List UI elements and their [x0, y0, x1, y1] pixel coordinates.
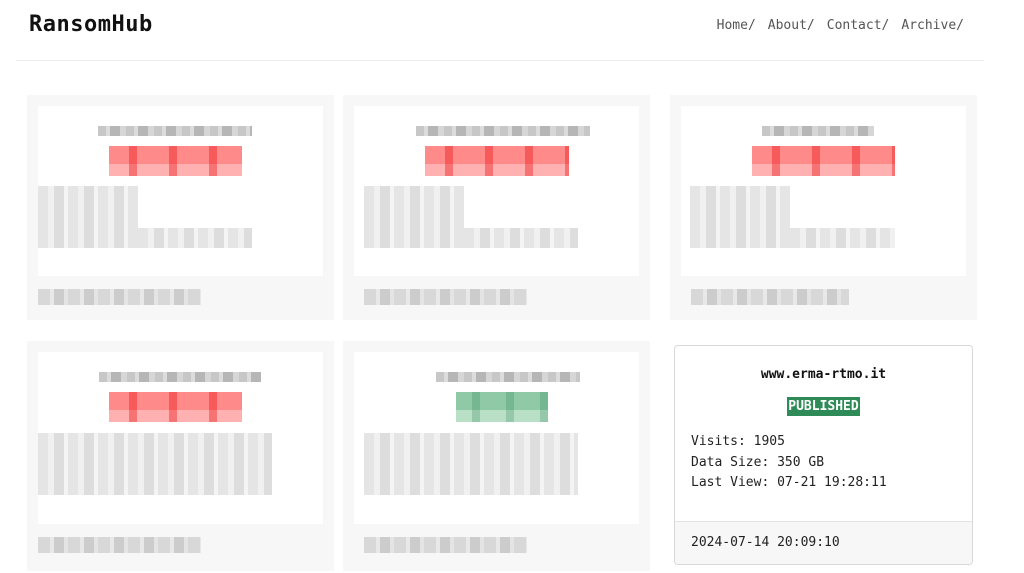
nav-home-link[interactable]: Home/ — [717, 18, 756, 33]
card-footer: 2024-07-14 20:09:10 — [675, 521, 972, 564]
status-badge: PUBLISHED — [787, 397, 860, 416]
victim-domain[interactable]: www.erma-rtmo.it — [675, 367, 972, 382]
blurred-status-badge — [109, 146, 242, 176]
card-body — [38, 106, 323, 276]
blurred-details — [464, 228, 578, 248]
blurred-details — [690, 186, 790, 248]
status-badge-wrap: PUBLISHED — [675, 395, 972, 416]
site-brand[interactable]: RansomHub — [29, 12, 153, 37]
post-date: 2024-07-14 20:09:10 — [691, 535, 840, 550]
blurred-date — [364, 537, 527, 553]
site-header: RansomHub Home/ About/ Contact/ Archive/ — [16, 0, 984, 61]
blurred-date — [38, 289, 201, 305]
blurred-victim-card[interactable] — [27, 95, 334, 320]
card-body — [354, 352, 639, 524]
visits-count: Visits: 1905 — [691, 434, 785, 449]
blurred-details — [790, 228, 895, 248]
last-view: Last View: 07-21 19:28:11 — [691, 475, 887, 490]
card-body — [354, 106, 639, 276]
blurred-details — [38, 186, 138, 248]
blurred-title — [416, 126, 590, 136]
blurred-date — [364, 289, 527, 305]
blurred-status-badge — [752, 146, 895, 176]
blurred-details — [138, 228, 252, 248]
blurred-victim-card[interactable] — [670, 95, 977, 320]
blurred-details — [364, 186, 464, 248]
nav-contact-link[interactable]: Contact/ — [827, 18, 890, 33]
blurred-status-badge — [456, 392, 548, 422]
blurred-victim-card[interactable] — [343, 341, 650, 571]
blurred-details — [38, 433, 272, 495]
nav-archive-link[interactable]: Archive/ — [901, 18, 964, 33]
blurred-status-badge — [425, 146, 569, 176]
blurred-title — [99, 372, 261, 382]
blurred-victim-card[interactable] — [27, 341, 334, 571]
main-nav: Home/ About/ Contact/ Archive/ — [717, 18, 964, 33]
card-body — [38, 352, 323, 524]
nav-about-link[interactable]: About/ — [768, 18, 815, 33]
card-body — [681, 106, 966, 276]
blurred-details — [364, 433, 578, 495]
blurred-status-badge — [109, 392, 242, 422]
data-size: Data Size: 350 GB — [691, 454, 825, 470]
victim-card[interactable]: www.erma-rtmo.it PUBLISHED Visits: 1905 … — [674, 345, 973, 565]
blurred-date — [691, 289, 849, 305]
blurred-title — [98, 126, 252, 136]
blurred-title — [436, 372, 580, 382]
victim-stats: Visits: 1905 Data Size: 350 GB Last View… — [691, 432, 887, 494]
blurred-date — [38, 537, 201, 553]
blurred-title — [762, 126, 874, 136]
blurred-victim-card[interactable] — [343, 95, 650, 320]
